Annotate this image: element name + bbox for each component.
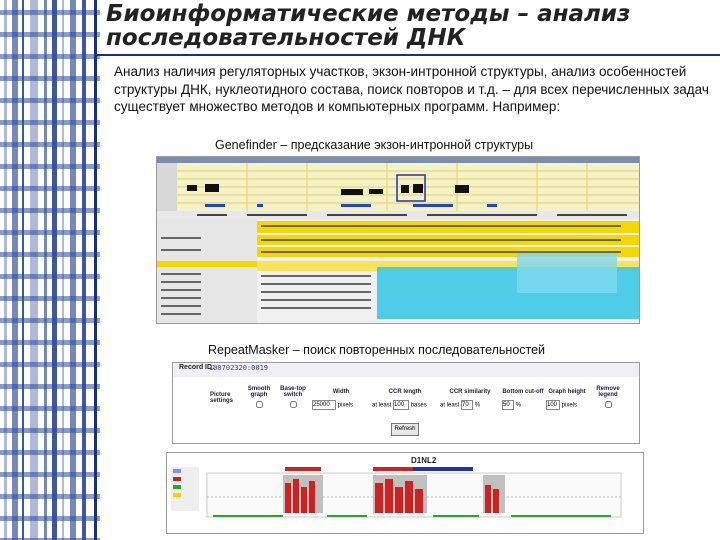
genefinder-caption: Genefinder – предсказание экзон-интронно… (215, 138, 534, 152)
sidebar-band (0, 494, 100, 499)
repeatmasker-caption: RepeatMasker – поиск повторенных последо… (208, 343, 546, 357)
selected-row-label (157, 261, 257, 267)
sidebar-band (0, 54, 100, 59)
window-titlebar (157, 157, 639, 163)
bottom-cutoff-unit: % (515, 402, 522, 409)
sidebar-band (0, 164, 100, 169)
sidebar-divider (94, 0, 97, 540)
sidebar-stripe (12, 0, 18, 540)
genefinder-graphic (157, 157, 639, 323)
sidebar-band (0, 208, 100, 213)
sidebar-stripe (82, 0, 86, 540)
cyan-highlight-block (517, 253, 617, 293)
plot-gene-label: D1NL2 (411, 456, 437, 465)
sidebar-band (0, 10, 100, 15)
graph-height-unit: pixels (561, 402, 578, 409)
sidebar-band (0, 516, 100, 521)
col-bottom-cutoff: Bottom cut-off (502, 389, 544, 395)
col-ccr-similarity: CCR similarity (449, 389, 491, 395)
title-line-1: Биоинформатические методы – анализ (106, 1, 631, 27)
sidebar-band (0, 472, 100, 477)
width-input[interactable]: 25000 (312, 400, 336, 410)
sidebar-band (0, 32, 100, 37)
col-smooth-graph: Smooth graph (247, 386, 271, 398)
genefinder-screenshot (156, 156, 640, 324)
width-unit: pixels (337, 402, 354, 409)
graph-height-input[interactable]: 100 (546, 400, 560, 410)
picture-settings-table: Picture settings Smooth graph Base-top s… (209, 385, 627, 411)
record-id-value: 100702320:0019 (209, 364, 269, 372)
repeatmasker-settings-screenshot: Record ID: 100702320:0019 Picture settin… (172, 362, 640, 444)
legend-swatch-4 (173, 493, 181, 497)
ccr-length-prefix: at least (372, 402, 392, 409)
col-ccr-length: CCR length (388, 389, 422, 395)
sidebar-band (0, 384, 100, 389)
sidebar-band (0, 362, 100, 367)
refresh-button[interactable]: Refresh (391, 423, 419, 436)
sidebar-band (0, 98, 100, 103)
sidebar-band (0, 296, 100, 301)
sidebar-band (0, 274, 100, 279)
remove-legend-checkbox[interactable] (604, 400, 612, 408)
gene-track (413, 467, 473, 471)
picture-settings-label: Picture settings (210, 392, 234, 404)
ccr-length-unit: bases (410, 402, 427, 409)
sidebar-stripe (52, 0, 57, 540)
sidebar-band (0, 186, 100, 191)
legend-swatch-2 (173, 477, 181, 481)
repeatmasker-plot-screenshot: D1NL2 (166, 452, 644, 534)
sidebar-stripe (62, 0, 64, 540)
sidebar-band (0, 318, 100, 323)
sidebar-band (0, 120, 100, 125)
sidebar-band (0, 252, 100, 257)
sidebar-band (0, 450, 100, 455)
ccr-length-input[interactable]: 100 (393, 400, 410, 410)
decorative-sidebar (0, 0, 100, 540)
smooth-graph-checkbox[interactable] (255, 400, 263, 408)
intro-paragraph: Анализ наличия регуляторных участков, эк… (114, 64, 709, 114)
title-rule (97, 54, 720, 56)
sidebar-band (0, 340, 100, 345)
sequence-label-column (157, 219, 257, 323)
slide-title: Биоинформатические методы – анализ после… (106, 2, 630, 50)
legend-swatch-1 (173, 469, 181, 473)
col-base-top-switch: Base-top switch (280, 386, 306, 398)
sidebar-band (0, 76, 100, 81)
ccr-similarity-unit: % (474, 402, 481, 409)
track-labels (157, 163, 177, 211)
sidebar-band (0, 230, 100, 235)
sidebar-band (0, 142, 100, 147)
sidebar-stripe (22, 0, 24, 540)
col-remove-legend: Remove legend (596, 386, 620, 398)
sidebar-band (0, 406, 100, 411)
title-line-2: последовательностей ДНК (106, 25, 466, 51)
sidebar-stripe (30, 0, 38, 540)
record-header: Record ID: 100702320:0019 (173, 363, 639, 377)
col-width: Width (332, 389, 350, 395)
sidebar-stripe (4, 0, 7, 540)
bottom-cutoff-input[interactable]: 50 (502, 400, 514, 410)
sidebar-band (0, 428, 100, 433)
repeat-marker-2 (373, 467, 415, 471)
sidebar-stripe (70, 0, 76, 540)
repeat-marker-1 (285, 467, 321, 471)
legend-swatch-3 (173, 485, 181, 489)
ccr-similarity-input[interactable]: 70 (461, 400, 474, 410)
col-graph-height: Graph height (548, 389, 586, 395)
repeat-density-plot: D1NL2 (171, 456, 622, 518)
ccr-similarity-prefix: at least (440, 402, 460, 409)
sidebar-stripe (44, 0, 47, 540)
base-top-switch-checkbox[interactable] (289, 400, 297, 408)
